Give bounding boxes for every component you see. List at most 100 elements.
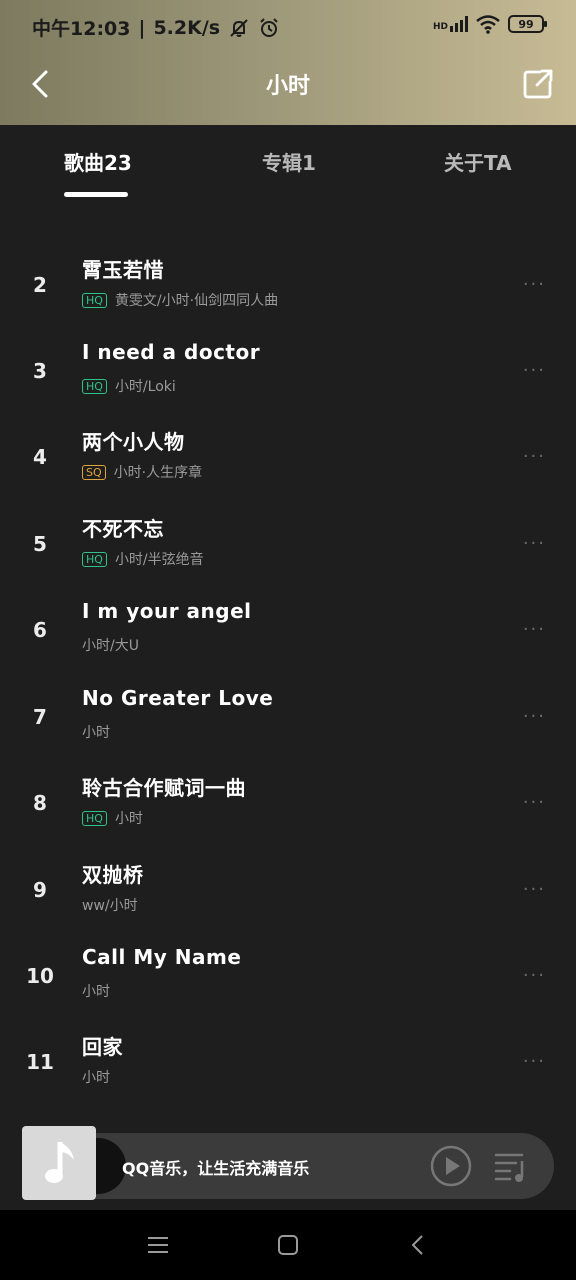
song-row[interactable]: 1Hi-Res鹿暖倾城/小时·半阙相思 xyxy=(0,200,576,246)
song-title: 霄玉若惜 xyxy=(82,258,164,282)
song-subtitle: HQ 小时 xyxy=(82,808,143,828)
header: 中午12:03 | 5.2K/s HD 99 小时 xyxy=(0,0,576,125)
song-subtitle: HQ 小时/Loki xyxy=(82,376,176,396)
song-title: 两个小人物 xyxy=(82,430,185,454)
song-number: 2 xyxy=(33,273,47,297)
song-artist: ww/小时 xyxy=(82,898,138,914)
song-subtitle: 小时 xyxy=(82,722,110,742)
playlist-icon[interactable] xyxy=(494,1149,530,1183)
song-title: No Greater Love xyxy=(82,686,274,710)
song-subtitle: 小时 xyxy=(82,1067,110,1087)
song-number: 9 xyxy=(33,878,47,902)
more-options-button[interactable]: ··· xyxy=(523,360,546,381)
song-title: 聆古合作赋词一曲 xyxy=(82,776,246,800)
back-icon[interactable] xyxy=(404,1231,432,1259)
share-external-icon[interactable] xyxy=(518,64,558,104)
song-row[interactable]: 11 回家小时 ··· xyxy=(0,1023,576,1109)
more-options-button[interactable]: ··· xyxy=(523,446,546,467)
signal-indicator: HD xyxy=(433,16,468,32)
song-subtitle: HQ 小时/半弦绝音 xyxy=(82,549,204,569)
song-title: 双抛桥 xyxy=(82,863,144,887)
song-title: I m your angel xyxy=(82,599,252,623)
battery-icon: 99 xyxy=(508,15,547,33)
more-options-button[interactable]: ··· xyxy=(523,274,546,295)
home-icon[interactable] xyxy=(274,1231,302,1259)
tab-songs[interactable]: 歌曲23 xyxy=(64,147,132,176)
status-right: HD 99 xyxy=(433,14,547,34)
song-artist: 小时/半弦绝音 xyxy=(114,552,204,568)
status-separator: | xyxy=(138,16,146,39)
system-nav-bar xyxy=(0,1210,576,1280)
navbar: 小时 xyxy=(0,54,576,114)
more-options-button[interactable]: ··· xyxy=(523,706,546,727)
play-icon[interactable] xyxy=(430,1145,472,1187)
song-artist: 小时 xyxy=(82,984,110,1000)
song-row[interactable]: 10 Call My Name 小时 ··· xyxy=(0,937,576,1023)
tab-bar: 歌曲23 专辑1 关于TA xyxy=(0,125,576,200)
menu-icon[interactable] xyxy=(144,1231,172,1259)
mute-icon xyxy=(230,18,248,37)
song-artist: 小时 xyxy=(114,811,143,827)
song-row[interactable]: 8 聆古合作赋词一曲 HQ 小时 ··· xyxy=(0,764,576,850)
song-number: 7 xyxy=(33,705,47,729)
music-note-icon xyxy=(45,1142,74,1183)
song-artist: 小时 xyxy=(82,725,110,741)
player-text: QQ音乐，让生活充满音乐 xyxy=(122,1159,310,1178)
battery-level: 99 xyxy=(518,17,534,31)
net-speed: 5.2K/s xyxy=(153,16,221,39)
song-title: 回家 xyxy=(82,1035,123,1059)
more-options-button[interactable]: ··· xyxy=(523,879,546,900)
song-subtitle: 小时 xyxy=(82,981,110,1001)
more-options-button[interactable]: ··· xyxy=(523,792,546,813)
song-title: 不死不忘 xyxy=(82,517,164,541)
signal-icon xyxy=(450,16,468,32)
song-number: 11 xyxy=(26,1050,54,1074)
quality-badge: HQ xyxy=(82,551,107,567)
status-time: 中午12:03 xyxy=(32,18,131,40)
song-artist: 小时·人生序章 xyxy=(113,465,203,481)
more-options-button[interactable]: ··· xyxy=(523,533,546,554)
song-number: 5 xyxy=(33,532,47,556)
song-title: Call My Name xyxy=(82,945,242,969)
song-number: 8 xyxy=(33,791,47,815)
song-subtitle: 小时/大U xyxy=(82,635,139,655)
more-options-button[interactable]: ··· xyxy=(523,619,546,640)
status-bar: 中午12:03 | 5.2K/s HD 99 xyxy=(0,0,576,54)
tab-about[interactable]: 关于TA xyxy=(444,147,512,176)
song-number: 4 xyxy=(33,445,47,469)
hd-label: HD xyxy=(432,22,448,32)
song-row[interactable]: 9 双抛桥 ww/小时 ··· xyxy=(0,851,576,937)
song-artist: 小时 xyxy=(82,1070,110,1086)
song-number: 6 xyxy=(33,618,47,642)
song-artist: 小时/Loki xyxy=(114,379,176,395)
song-subtitle: HQ 黄雯文/小时·仙剑四同人曲 xyxy=(82,290,278,310)
song-subtitle: ww/小时 xyxy=(82,895,138,915)
more-options-button[interactable]: ··· xyxy=(523,965,546,986)
song-number: 10 xyxy=(26,964,54,988)
player-cover[interactable] xyxy=(22,1126,96,1200)
song-row[interactable]: 4 两个小人物 SQ 小时·人生序章 ··· xyxy=(0,418,576,504)
mini-player[interactable]: QQ音乐，让生活充满音乐 xyxy=(22,1126,554,1200)
status-left: 中午12:03 | 5.2K/s xyxy=(32,14,280,41)
tab-albums[interactable]: 专辑1 xyxy=(262,147,316,176)
quality-badge: HQ xyxy=(82,378,107,394)
quality-badge: HQ xyxy=(82,292,107,308)
song-row[interactable]: 2 霄玉若惜 HQ 黄雯文/小时·仙剑四同人曲 ··· xyxy=(0,246,576,332)
song-row[interactable]: 3 I need a doctor HQ 小时/Loki ··· xyxy=(0,332,576,418)
song-subtitle: SQ 小时·人生序章 xyxy=(82,462,202,482)
page-title: 小时 xyxy=(265,74,310,99)
wifi-icon xyxy=(476,15,500,34)
song-title: I need a doctor xyxy=(82,340,261,364)
more-options-button[interactable]: ··· xyxy=(523,1051,546,1072)
song-artist: 小时/大U xyxy=(82,638,139,654)
song-row[interactable]: 7 No Greater Love 小时 ··· xyxy=(0,678,576,764)
song-list[interactable]: 1Hi-Res鹿暖倾城/小时·半阙相思 2 霄玉若惜 HQ 黄雯文/小时·仙剑四同人曲 ·… xyxy=(0,200,576,1210)
song-row[interactable]: 5 不死不忘 HQ 小时/半弦绝音 ··· xyxy=(0,505,576,591)
alarm-icon xyxy=(260,17,278,37)
quality-badge: SQ xyxy=(82,464,106,480)
song-row[interactable]: 6 I m your angel 小时/大U ··· xyxy=(0,591,576,677)
tab-indicator xyxy=(64,192,128,197)
song-number: 3 xyxy=(33,359,47,383)
song-artist: 黄雯文/小时·仙剑四同人曲 xyxy=(114,293,279,309)
quality-badge: HQ xyxy=(82,810,107,826)
